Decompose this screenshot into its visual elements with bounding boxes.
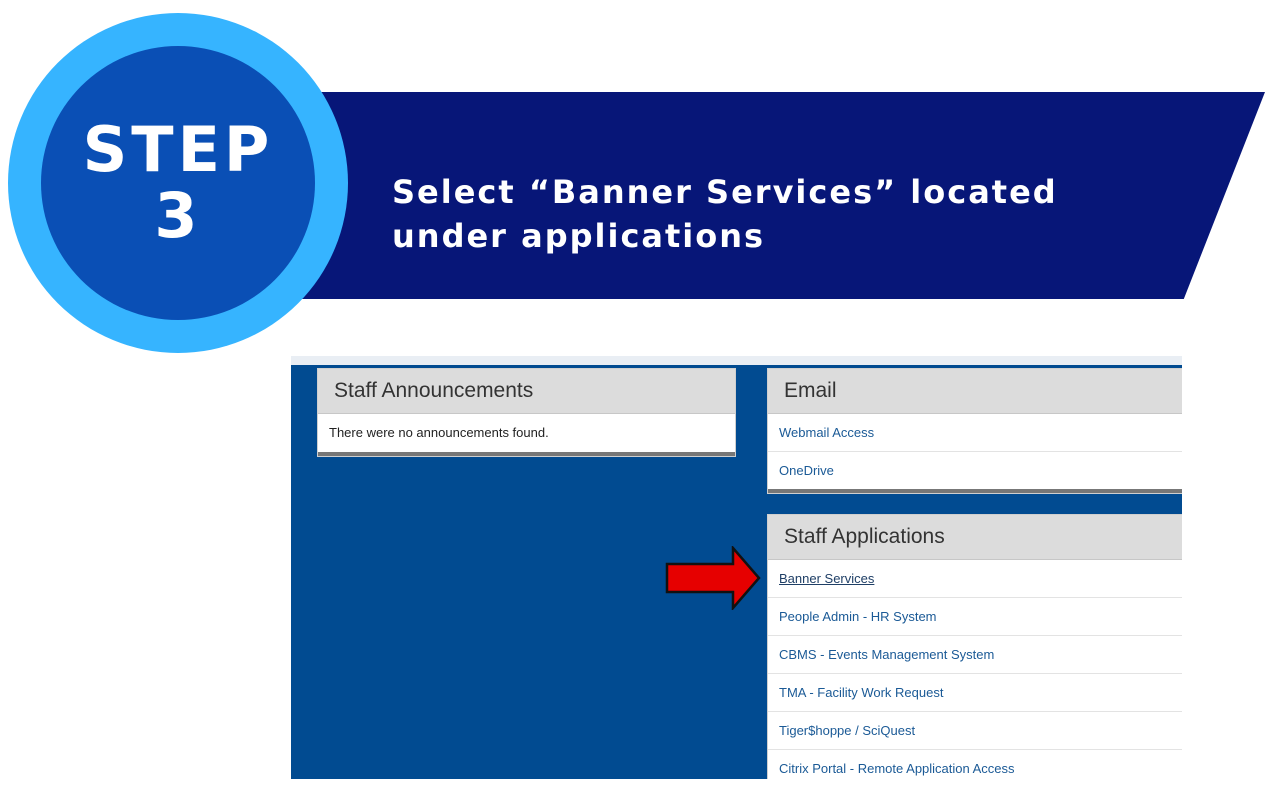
- portal-screenshot: Staff Announcements There were no announ…: [291, 356, 1182, 779]
- link-cbms[interactable]: CBMS - Events Management System: [768, 636, 1182, 674]
- applications-panel: Staff Applications Banner Services Peopl…: [767, 514, 1182, 779]
- applications-title: Staff Applications: [768, 515, 1182, 560]
- announcements-title: Staff Announcements: [318, 369, 735, 414]
- link-tma[interactable]: TMA - Facility Work Request: [768, 674, 1182, 712]
- email-title: Email: [768, 369, 1182, 414]
- link-people-admin[interactable]: People Admin - HR System: [768, 598, 1182, 636]
- step-number: 3: [154, 179, 202, 252]
- red-arrow-icon: [665, 546, 761, 610]
- announcements-panel: Staff Announcements There were no announ…: [317, 368, 736, 457]
- panel-footer: [768, 489, 1182, 493]
- step-badge-inner: STEP 3: [41, 46, 315, 320]
- link-banner-services[interactable]: Banner Services: [768, 560, 1182, 598]
- panel-footer: [318, 452, 735, 456]
- link-tiger-shoppe[interactable]: Tiger$hoppe / SciQuest: [768, 712, 1182, 750]
- announcements-message: There were no announcements found.: [329, 425, 549, 440]
- step-badge: STEP 3: [8, 13, 348, 353]
- instruction-text: Select “Banner Services” located under a…: [392, 173, 1058, 255]
- link-webmail-access[interactable]: Webmail Access: [768, 414, 1182, 452]
- portal-top-strip: [291, 356, 1182, 365]
- link-onedrive[interactable]: OneDrive: [768, 452, 1182, 489]
- step-word: STEP: [82, 113, 274, 186]
- email-panel: Email Webmail Access OneDrive: [767, 368, 1182, 494]
- link-citrix-portal[interactable]: Citrix Portal - Remote Application Acces…: [768, 750, 1182, 779]
